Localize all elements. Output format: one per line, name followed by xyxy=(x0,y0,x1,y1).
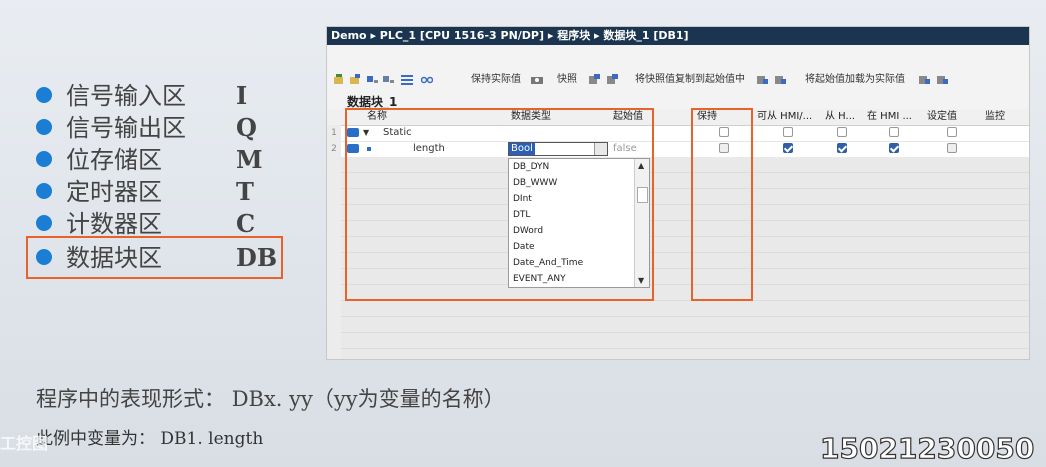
expand-icon[interactable] xyxy=(367,74,379,85)
setpoint-checkbox xyxy=(947,127,957,137)
row-number: 1 xyxy=(327,125,341,141)
load-icon[interactable] xyxy=(757,74,769,85)
insert-row-icon[interactable] xyxy=(333,74,345,85)
copy-icon[interactable] xyxy=(589,74,601,85)
hmi-from-checkbox xyxy=(837,127,847,137)
hmi-in-checkbox[interactable] xyxy=(889,143,899,153)
snapshot-button[interactable]: 快照 xyxy=(557,69,577,91)
bullet-item: 定时器区 T xyxy=(36,176,286,208)
copy-snapshot-button[interactable]: 将快照值复制到起始值中 xyxy=(635,69,745,91)
col-setpoint[interactable]: 设定值 xyxy=(925,109,957,125)
copy-all-icon[interactable] xyxy=(607,74,619,85)
area-code: M xyxy=(236,145,263,174)
area-name: 位存储区 xyxy=(66,146,162,174)
hmi-from-checkbox[interactable] xyxy=(837,143,847,153)
transfer-icon[interactable] xyxy=(919,74,931,85)
editor-toolbar: 保持实际值 快照 将快照值复制到起始值中 将起始值加载为实际值 xyxy=(327,69,1029,91)
col-hmi-in[interactable]: 在 HMI ... xyxy=(865,109,912,125)
list-icon[interactable] xyxy=(401,74,413,85)
area-name: 信号输入区 xyxy=(66,82,186,110)
highlight-box-name-type xyxy=(345,108,654,301)
breadcrumb: Demo ▸ PLC_1 [CPU 1516-3 PN/DP] ▸ 程序块 ▸ … xyxy=(327,27,1029,45)
area-code: T xyxy=(236,177,254,206)
hmi-access-checkbox[interactable] xyxy=(783,143,793,153)
phone-number: 15021230050 xyxy=(819,431,1035,465)
bullet-dot-icon xyxy=(36,151,52,167)
hmi-access-checkbox xyxy=(783,127,793,137)
bullet-dot-icon xyxy=(36,87,52,103)
watermark: 工控图 xyxy=(0,434,49,453)
area-name: 定时器区 xyxy=(66,178,162,206)
col-hmi-from[interactable]: 从 H... xyxy=(823,109,855,125)
bullet-item: 位存储区 M xyxy=(36,144,286,176)
caption-format-label: 程序中的表现形式： xyxy=(36,387,225,411)
highlight-box-retain xyxy=(691,108,753,301)
keep-actual-button[interactable]: 保持实际值 xyxy=(471,69,521,91)
bullet-dot-icon xyxy=(36,119,52,135)
camera-icon[interactable] xyxy=(531,74,543,85)
caption-format-value: DBx. yy（yy为变量的名称） xyxy=(231,387,505,411)
add-row-icon[interactable] xyxy=(349,74,361,85)
caption-example-label: 此例中变量为： xyxy=(36,429,155,449)
transfer-all-icon[interactable] xyxy=(937,74,949,85)
hmi-in-checkbox xyxy=(889,127,899,137)
setpoint-checkbox[interactable] xyxy=(947,143,957,153)
caption-format: 程序中的表现形式： DBx. yy（yy为变量的名称） xyxy=(36,383,505,413)
caption-example-value: DB1. length xyxy=(160,429,264,449)
area-code: I xyxy=(236,81,248,110)
bullet-item: 信号输出区 Q xyxy=(36,112,286,144)
row-gutter xyxy=(327,157,341,359)
load-all-icon[interactable] xyxy=(775,74,787,85)
bullet-dot-icon xyxy=(36,183,52,199)
bullet-dot-icon xyxy=(36,215,52,231)
collapse-icon[interactable] xyxy=(383,74,395,85)
load-start-button[interactable]: 将起始值加载为实际值 xyxy=(805,69,905,91)
glasses-icon[interactable] xyxy=(421,74,433,85)
col-monitor[interactable]: 监控 xyxy=(983,109,1005,125)
col-hmi-access[interactable]: 可从 HMI/... xyxy=(755,109,812,125)
area-name: 信号输出区 xyxy=(66,114,186,142)
highlight-box-db xyxy=(26,236,283,279)
bullet-item: 信号输入区 I xyxy=(36,80,286,112)
caption-example: 此例中变量为： DB1. length xyxy=(36,424,263,449)
area-code: Q xyxy=(236,113,257,142)
row-number: 2 xyxy=(327,141,341,157)
